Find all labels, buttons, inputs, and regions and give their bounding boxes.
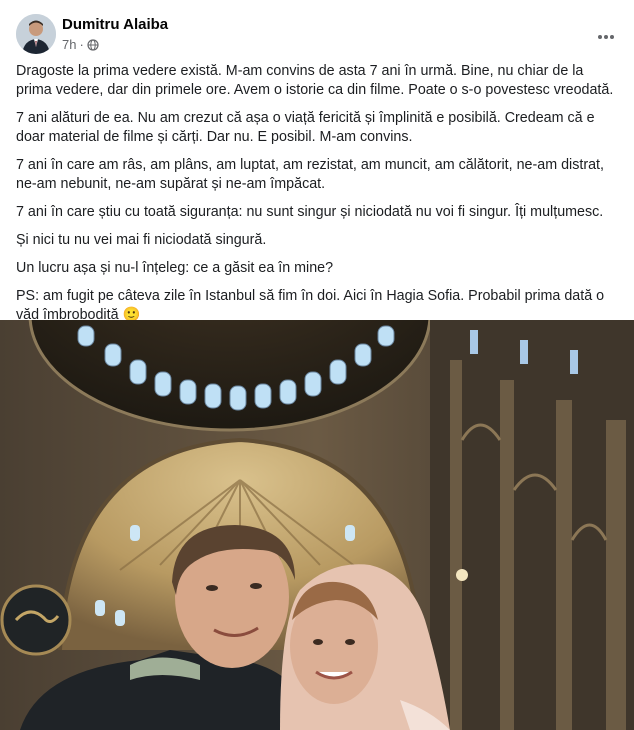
facebook-post: Dumitru Alaiba 7h · Dragoste la prima ve…: [0, 0, 634, 730]
ellipsis-dots: [598, 35, 614, 39]
paragraph-4: 7 ani în care știu cu toată siguranța: n…: [16, 204, 604, 220]
paragraph-1: Dragoste la prima vedere există. M-am co…: [16, 63, 614, 98]
paragraph-7-text: PS: am fugit pe câteva zile în Istanbul …: [16, 288, 605, 323]
hagia-sophia-selfie-image: [0, 320, 634, 730]
globe-icon[interactable]: [87, 38, 99, 51]
post-header: Dumitru Alaiba 7h ·: [16, 14, 618, 54]
post-photo[interactable]: [0, 320, 634, 730]
more-options-icon[interactable]: [594, 22, 618, 46]
author-avatar[interactable]: [16, 14, 56, 54]
paragraph-6: Un lucru așa și nu-l înțeleg: ce a găsit…: [16, 260, 334, 276]
avatar-image: [16, 14, 56, 54]
post-meta: 7h ·: [62, 37, 99, 52]
post-time[interactable]: 7h: [62, 37, 76, 52]
post-text: Dragoste la prima vedere există. M-am co…: [16, 62, 618, 334]
paragraph-3: 7 ani în care am râs, am plâns, am lupta…: [16, 157, 604, 192]
paragraph-5: Și nici tu nu vei mai fi niciodată singu…: [16, 232, 267, 248]
author-name[interactable]: Dumitru Alaiba: [62, 16, 168, 33]
paragraph-2: 7 ani alături de ea. Nu am crezut că așa…: [16, 110, 595, 145]
